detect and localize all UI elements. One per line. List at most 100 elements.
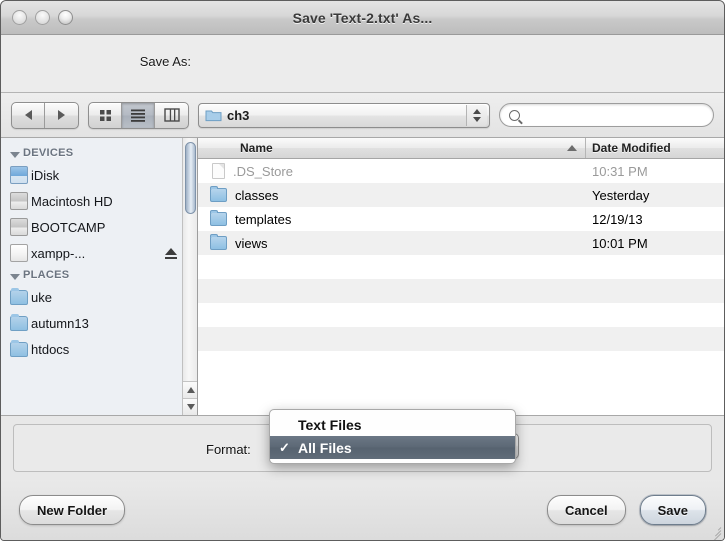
save-dialog-window: Save 'Text-2.txt' As... Save As: index.p… <box>0 0 725 541</box>
close-button[interactable] <box>12 10 27 25</box>
scroll-down-button[interactable] <box>183 398 197 415</box>
sidebar-item-htdocs[interactable]: htdocs <box>1 336 197 362</box>
back-forward-group <box>11 101 79 129</box>
cancel-button[interactable]: Cancel <box>546 495 626 525</box>
icon-view-button[interactable] <box>89 102 122 128</box>
confirm-buttons: Cancel Save <box>546 495 706 525</box>
sidebar-item-label: autumn13 <box>31 315 89 331</box>
title-bar: Save 'Text-2.txt' As... <box>1 1 724 35</box>
resize-grip[interactable] <box>708 524 722 540</box>
sidebar-item-autumn13[interactable]: autumn13 <box>1 310 197 336</box>
view-mode-group <box>88 101 189 129</box>
arrow-right-icon <box>58 110 65 120</box>
file-list-header: Name Date Modified <box>198 138 724 159</box>
folder-icon <box>210 186 227 202</box>
arrow-left-icon <box>24 110 32 120</box>
document-icon <box>212 163 225 179</box>
sidebar-item-uke[interactable]: uke <box>1 284 197 310</box>
save-button[interactable]: Save <box>639 495 706 525</box>
column-header-name-label: Name <box>240 141 273 155</box>
sidebar-item-label: iDisk <box>31 167 60 183</box>
folder-icon <box>10 340 28 357</box>
triangle-up-icon <box>186 387 195 393</box>
column-header-date[interactable]: Date Modified <box>586 138 724 158</box>
list-icon <box>131 109 145 122</box>
table-row[interactable]: classes Yesterday <box>198 183 724 207</box>
file-list-rows: .DS_Store 10:31 PM classes Yesterday tem… <box>198 159 724 415</box>
save-as-label: Save As: <box>139 54 191 69</box>
harddisk-icon <box>10 218 28 236</box>
sidebar-item-label: BOOTCAMP <box>31 219 106 235</box>
empty-row <box>198 255 724 279</box>
file-date-cell: 12/19/13 <box>592 211 643 227</box>
file-list: Name Date Modified .DS_Store 10:31 PM cl… <box>198 138 724 415</box>
sidebar-item-label: Macintosh HD <box>31 193 113 209</box>
sort-ascending-icon <box>567 145 577 151</box>
menu-item-text-files[interactable]: Text Files <box>270 413 515 436</box>
eject-icon[interactable] <box>165 248 177 259</box>
list-view-button[interactable] <box>122 102 155 128</box>
new-folder-button[interactable]: New Folder <box>19 495 126 525</box>
menu-item-label: All Files <box>298 439 352 456</box>
format-label: Format: <box>206 442 251 457</box>
sidebar-item-idisk[interactable]: iDisk <box>1 162 197 188</box>
columns-icon <box>163 108 180 122</box>
sidebar-scrollbar-thumb[interactable] <box>185 142 196 214</box>
path-popup-button[interactable]: ch3 <box>198 102 490 128</box>
grid-icon <box>99 109 111 121</box>
minimize-button[interactable] <box>35 10 50 25</box>
triangle-down-icon <box>186 404 195 410</box>
search-input[interactable] <box>499 103 714 127</box>
sidebar-item-macintosh-hd[interactable]: Macintosh HD <box>1 188 197 214</box>
column-view-button[interactable] <box>155 103 188 128</box>
search-icon <box>509 109 520 121</box>
checkmark-icon: ✓ <box>279 439 290 455</box>
stepper-updown-icon[interactable] <box>466 104 487 126</box>
window-title: Save 'Text-2.txt' As... <box>292 9 433 26</box>
scroll-up-button[interactable] <box>183 381 197 398</box>
table-row[interactable]: templates 12/19/13 <box>198 207 724 231</box>
menu-item-label: Text Files <box>298 416 362 433</box>
sidebar-item-xampp[interactable]: xampp-... <box>1 240 197 266</box>
sidebar-item-label: xampp-... <box>31 245 86 261</box>
folder-icon <box>10 314 28 331</box>
file-date-cell: Yesterday <box>592 187 650 203</box>
sidebar-item-label: htdocs <box>31 341 70 357</box>
file-name-cell: .DS_Store <box>198 163 586 179</box>
file-name-cell: templates <box>198 210 586 227</box>
menu-item-all-files[interactable]: ✓ All Files <box>270 436 515 459</box>
format-dropdown-menu: Text Files ✓ All Files <box>269 409 516 464</box>
save-as-row: Save As: index.php <box>1 35 724 123</box>
column-header-date-label: Date Modified <box>592 141 671 155</box>
table-row[interactable]: .DS_Store 10:31 PM <box>198 159 724 183</box>
button-bar: New Folder Cancel Save <box>1 480 724 540</box>
harddisk-icon <box>10 192 28 210</box>
forward-button[interactable] <box>45 103 78 128</box>
sidebar-item-label: uke <box>31 289 52 305</box>
idisk-icon <box>10 166 28 184</box>
empty-row <box>198 303 724 327</box>
empty-row <box>198 351 724 375</box>
folder-icon <box>210 234 227 250</box>
sidebar-group-places[interactable]: PLACES <box>1 266 197 284</box>
sidebar-scroll-arrows <box>183 381 197 415</box>
sidebar-item-bootcamp[interactable]: BOOTCAMP <box>1 214 197 240</box>
folder-icon <box>205 110 222 122</box>
column-header-name[interactable]: Name <box>198 138 586 158</box>
folder-icon <box>210 210 227 226</box>
sidebar-scrollbar[interactable] <box>182 138 197 415</box>
file-browser: DEVICES iDisk Macintosh HD BOOTCAMP xamp… <box>1 138 724 416</box>
zoom-button[interactable] <box>58 10 73 25</box>
removable-disk-icon <box>10 244 28 262</box>
file-date-cell: 10:31 PM <box>592 163 648 179</box>
file-name-cell: views <box>198 234 586 251</box>
window-controls <box>12 10 73 25</box>
table-row[interactable]: views 10:01 PM <box>198 231 724 255</box>
file-date-cell: 10:01 PM <box>592 235 648 251</box>
file-name-cell: classes <box>198 186 586 203</box>
back-button[interactable] <box>12 102 45 128</box>
folder-icon <box>10 288 28 305</box>
sidebar-group-devices[interactable]: DEVICES <box>1 144 197 162</box>
navigation-toolbar: ch3 <box>1 93 724 138</box>
empty-row <box>198 279 724 303</box>
